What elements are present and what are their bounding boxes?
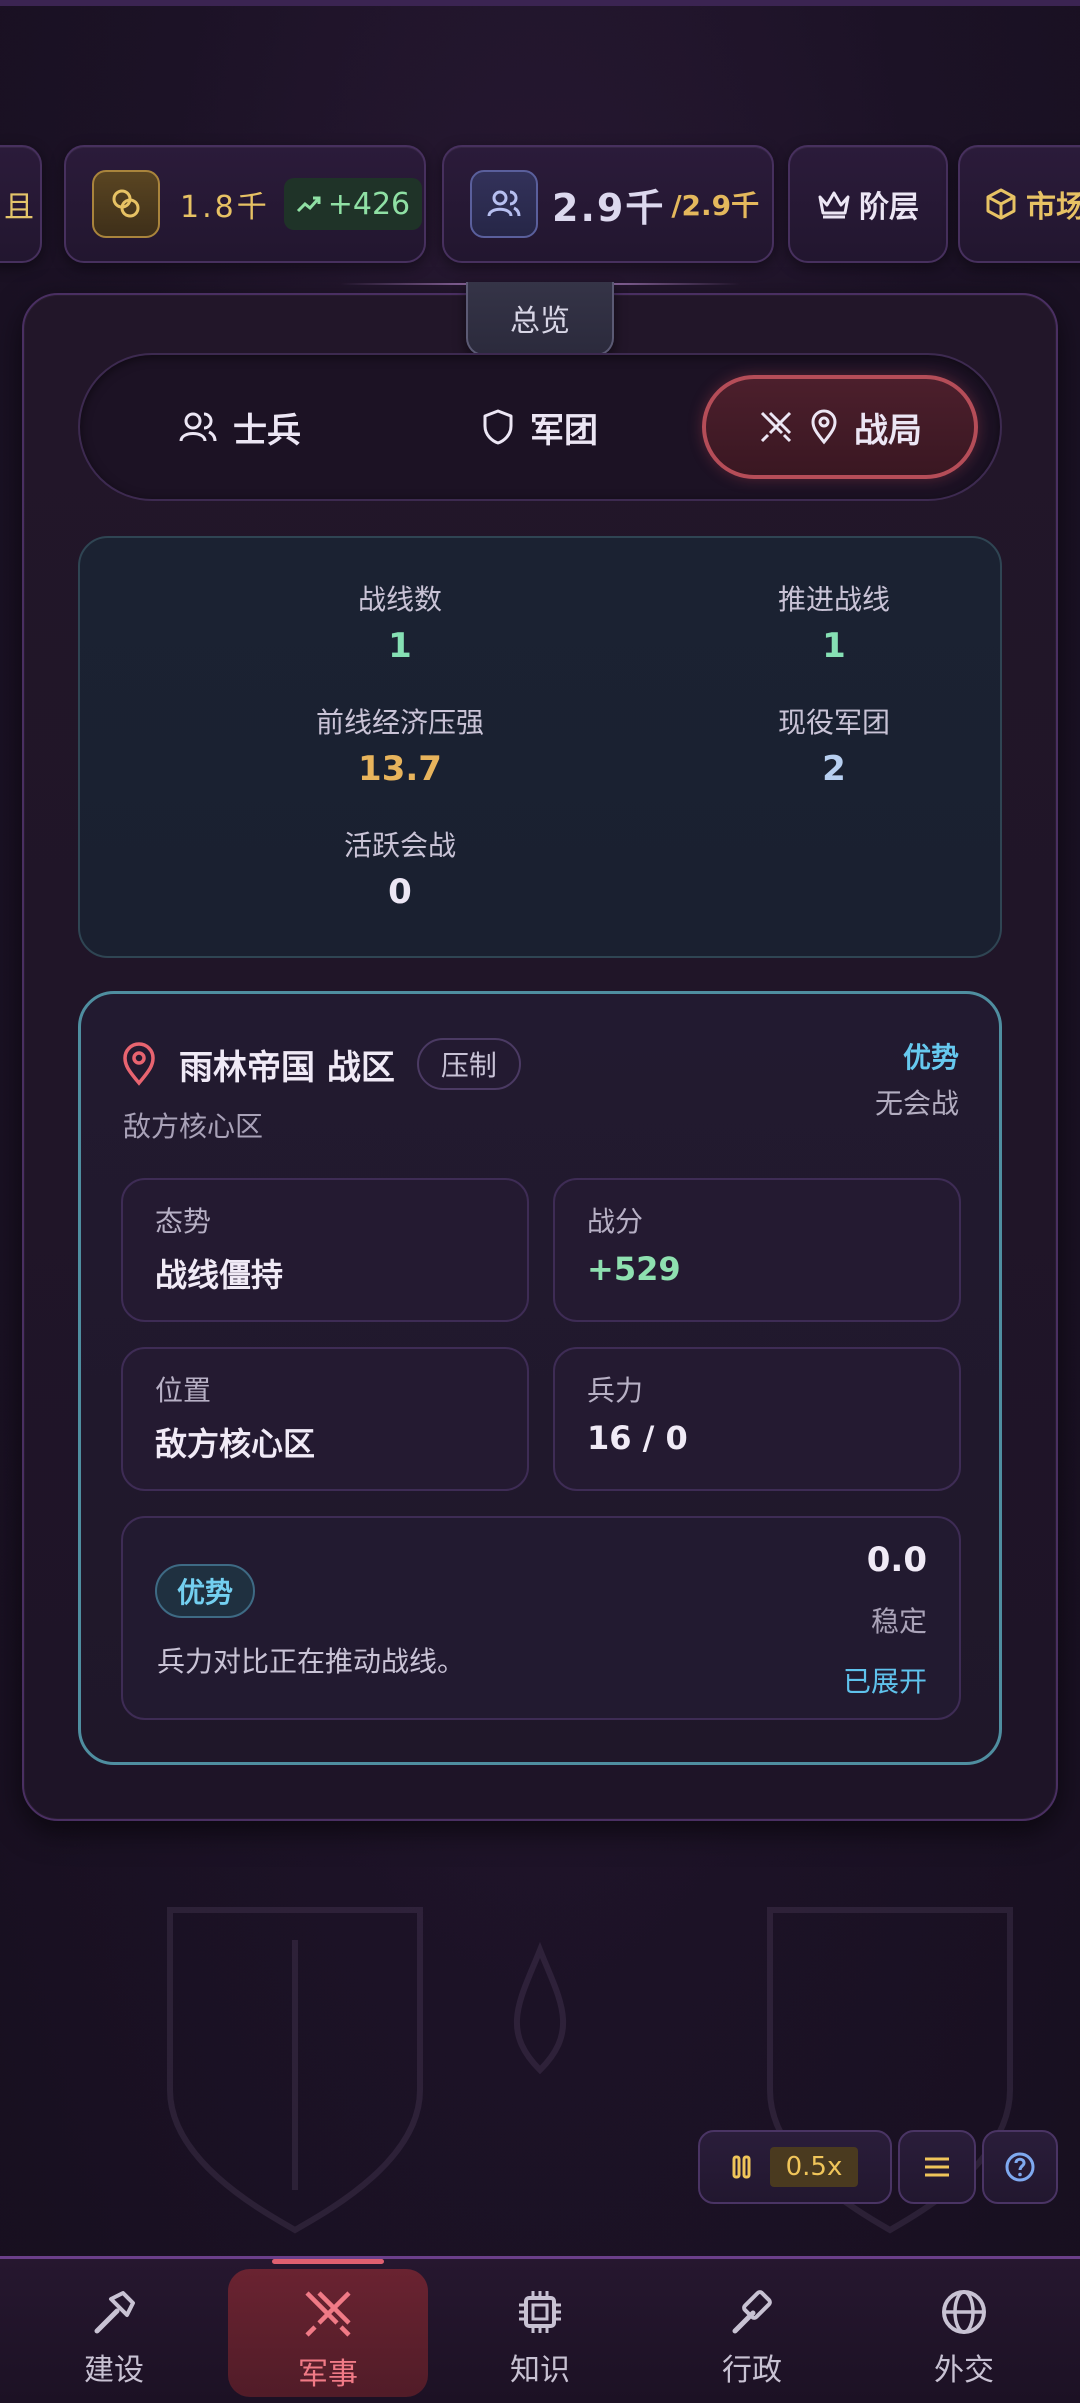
population-max: /2.9千 bbox=[671, 189, 760, 222]
segment-legions-label: 军团 bbox=[530, 410, 598, 451]
nav-administration[interactable]: 行政 bbox=[652, 2259, 852, 2403]
pause-icon bbox=[732, 2155, 751, 2179]
gold-chip[interactable]: 1.8千 +426 bbox=[64, 145, 426, 263]
box-icon bbox=[986, 188, 1016, 220]
speed-value: 0.5x bbox=[769, 2147, 859, 2187]
cell-posture: 态势 战线僵持 bbox=[121, 1178, 529, 1322]
menu-icon bbox=[925, 2157, 949, 2177]
front-name: 雨林帝国 战区 bbox=[179, 1047, 395, 1088]
top-edge bbox=[0, 0, 1080, 6]
suppression-badge: 压制 bbox=[416, 1038, 521, 1090]
bottom-nav: 建设 军事 知识 行政 外交 bbox=[0, 2256, 1080, 2403]
map-pin-icon bbox=[811, 409, 837, 445]
stat-active-battles: 活跃会战 0 bbox=[343, 829, 456, 912]
front-stats-card: 战线数 1 推进战线 1 前线经济压强 13.7 现役军团 2 活跃会战 0 bbox=[78, 536, 1002, 958]
resource-chip-partial[interactable]: 且 bbox=[0, 145, 42, 263]
stat-advancing-fronts: 推进战线 1 bbox=[777, 583, 890, 666]
map-pin-icon bbox=[123, 1042, 155, 1086]
summary-value: 0.0 bbox=[866, 1540, 927, 1580]
advantage-pill: 优势 bbox=[155, 1564, 256, 1618]
front-status-advantage: 优势 bbox=[902, 1041, 959, 1074]
gold-value: 1.8千 bbox=[180, 190, 270, 225]
globe-icon bbox=[942, 2290, 986, 2334]
front-status: 优势 无会战 bbox=[875, 1036, 959, 1122]
crown-icon bbox=[818, 191, 850, 219]
nav-knowledge[interactable]: 知识 bbox=[440, 2259, 640, 2403]
segment-soldiers[interactable]: 士兵 bbox=[140, 375, 340, 479]
gold-trend-badge: +426 bbox=[283, 178, 423, 230]
segment-war-label: 战局 bbox=[854, 410, 922, 451]
front-card[interactable]: 雨林帝国 战区 压制 敌方核心区 优势 无会战 态势 战线僵持 战分 +529 … bbox=[78, 991, 1002, 1765]
front-subtitle: 敌方核心区 bbox=[123, 1110, 264, 1143]
menu-button[interactable] bbox=[898, 2130, 976, 2204]
nav-build[interactable]: 建设 bbox=[14, 2259, 214, 2403]
strata-button[interactable]: 阶层 bbox=[788, 145, 948, 263]
shield-icon bbox=[483, 409, 513, 445]
coins-icon bbox=[92, 170, 160, 238]
segment-war[interactable]: 战局 bbox=[702, 375, 978, 479]
front-status-battle: 无会战 bbox=[874, 1087, 959, 1120]
nav-military-label: 军事 bbox=[298, 2357, 358, 2392]
nav-diplomacy[interactable]: 外交 bbox=[864, 2259, 1064, 2403]
help-icon bbox=[1005, 2152, 1035, 2182]
stat-economic-pressure: 前线经济压强 13.7 bbox=[315, 706, 484, 789]
market-button[interactable]: 市场 bbox=[958, 145, 1080, 263]
front-summary[interactable]: 优势 兵力对比正在推动战线。 0.0 稳定 已展开 bbox=[121, 1516, 961, 1720]
users-icon bbox=[470, 170, 538, 238]
help-button[interactable] bbox=[982, 2130, 1058, 2204]
trend-up-icon bbox=[296, 196, 321, 213]
stat-active-legions: 现役军团 2 bbox=[777, 706, 890, 789]
population-value: 2.9千 bbox=[552, 185, 666, 230]
stat-fronts: 战线数 1 bbox=[357, 583, 442, 666]
population-chip[interactable]: 2.9千 /2.9千 bbox=[442, 145, 774, 263]
overview-tab[interactable]: 总览 bbox=[466, 282, 614, 356]
users-icon bbox=[179, 412, 217, 442]
segment-control: 士兵 军团 战局 bbox=[78, 353, 1002, 501]
nav-administration-label: 行政 bbox=[722, 2353, 782, 2388]
cell-troops: 兵力 16 / 0 bbox=[553, 1347, 961, 1491]
resource-bar: 且 1.8千 +426 2.9千 /2.9千 阶层 市场 bbox=[0, 145, 1080, 267]
segment-soldiers-label: 士兵 bbox=[233, 410, 301, 451]
expand-toggle[interactable]: 已展开 bbox=[843, 1660, 927, 1700]
nav-build-label: 建设 bbox=[84, 2353, 144, 2388]
summary-text: 兵力对比正在推动战线。 bbox=[157, 1645, 466, 1678]
crossed-swords-icon bbox=[760, 411, 792, 443]
chip-icon bbox=[519, 2291, 561, 2333]
nav-diplomacy-label: 外交 bbox=[934, 2353, 994, 2388]
strata-label: 阶层 bbox=[859, 190, 919, 225]
speed-control[interactable]: 0.5x bbox=[698, 2130, 892, 2204]
front-title: 雨林帝国 战区 压制 bbox=[121, 1038, 521, 1090]
crossed-swords-icon bbox=[305, 2291, 351, 2337]
nav-military[interactable]: 军事 bbox=[228, 2259, 428, 2403]
nav-knowledge-label: 知识 bbox=[510, 2353, 570, 2388]
gavel-icon bbox=[732, 2290, 772, 2334]
summary-stability: 稳定 bbox=[870, 1605, 927, 1638]
market-label: 市场 bbox=[1026, 190, 1080, 225]
gold-trend-value: +426 bbox=[327, 186, 411, 222]
hammer-icon bbox=[94, 2291, 135, 2334]
segment-legions[interactable]: 军团 bbox=[440, 375, 640, 479]
cell-location: 位置 敌方核心区 bbox=[121, 1347, 529, 1491]
cell-war-score: 战分 +529 bbox=[553, 1178, 961, 1322]
